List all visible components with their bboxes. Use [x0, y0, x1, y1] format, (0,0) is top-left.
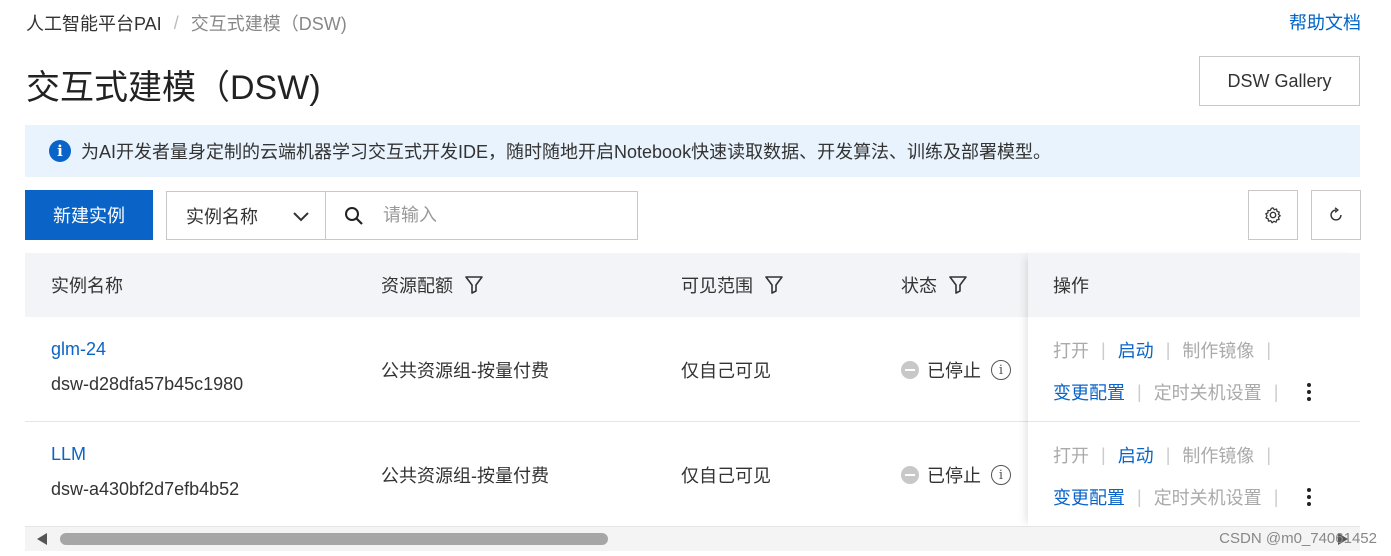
help-docs-link[interactable]: 帮助文档: [1289, 9, 1361, 35]
search-group: 实例名称: [166, 191, 638, 240]
chevron-down-icon: [293, 211, 309, 221]
refresh-icon: [1330, 207, 1342, 221]
instance-id: dsw-d28dfa57b45c1980: [51, 374, 244, 394]
gear-icon: [1265, 207, 1281, 224]
header-actions: 操作: [1053, 276, 1089, 296]
new-instance-button[interactable]: 新建实例: [25, 190, 153, 240]
refresh-button[interactable]: [1311, 190, 1361, 240]
open-action[interactable]: 打开: [1053, 442, 1089, 468]
make-image-action[interactable]: 制作镜像: [1182, 442, 1254, 468]
breadcrumb: 人工智能平台PAI / 交互式建模（DSW): [26, 10, 347, 36]
search-field-select[interactable]: 实例名称: [167, 192, 326, 239]
make-image-action[interactable]: 制作镜像: [1182, 337, 1254, 363]
scrollbar-thumb[interactable]: [60, 533, 608, 545]
breadcrumb-separator: /: [173, 12, 179, 33]
table-header: 实例名称 资源配额 可见范围 状态 操作: [25, 253, 1360, 317]
header-visibility: 可见范围: [681, 253, 783, 317]
search-select-label: 实例名称: [186, 206, 258, 227]
row-actions: 打开 | 启动 | 制作镜像 | 变更配置 | 定时关机设置 |: [1053, 442, 1312, 510]
info-icon[interactable]: i: [991, 360, 1011, 380]
dsw-gallery-button[interactable]: DSW Gallery: [1199, 56, 1360, 106]
filter-icon[interactable]: [765, 275, 783, 295]
stopped-status-icon: [901, 466, 919, 484]
search-icon: [345, 206, 363, 225]
open-action[interactable]: 打开: [1053, 337, 1089, 363]
start-action[interactable]: 启动: [1118, 337, 1154, 363]
info-icon: i: [49, 140, 71, 162]
row-actions: 打开 | 启动 | 制作镜像 | 变更配置 | 定时关机设置 |: [1053, 337, 1312, 405]
resource-quota: 公共资源组-按量付费: [381, 361, 549, 381]
header-status: 状态: [901, 253, 967, 317]
info-icon[interactable]: i: [991, 465, 1011, 485]
resource-quota: 公共资源组-按量付费: [381, 466, 549, 486]
more-actions-icon[interactable]: [1306, 383, 1312, 401]
status-badge: 已停止 i: [901, 462, 1011, 488]
filter-icon[interactable]: [949, 275, 967, 295]
visibility: 仅自己可见: [681, 361, 771, 381]
scheduled-shutdown-action[interactable]: 定时关机设置: [1154, 484, 1262, 510]
visibility: 仅自己可见: [681, 466, 771, 486]
instance-id: dsw-a430bf2d7efb4b52: [51, 479, 240, 499]
more-actions-icon[interactable]: [1306, 488, 1312, 506]
change-config-action[interactable]: 变更配置: [1053, 484, 1125, 510]
stopped-status-icon: [901, 361, 919, 379]
filter-icon[interactable]: [465, 275, 483, 295]
scheduled-shutdown-action[interactable]: 定时关机设置: [1154, 379, 1262, 405]
table-row: glm-24 dsw-d28dfa57b45c1980 公共资源组-按量付费 仅…: [25, 317, 1360, 422]
info-notice: i 为AI开发者量身定制的云端机器学习交互式开发IDE，随时随地开启Notebo…: [25, 125, 1360, 177]
status-text: 已停止: [927, 466, 981, 486]
table-row: LLM dsw-a430bf2d7efb4b52 公共资源组-按量付费 仅自己可…: [25, 422, 1360, 527]
instance-name-link[interactable]: LLM: [51, 444, 86, 465]
instance-name-link[interactable]: glm-24: [51, 339, 106, 360]
breadcrumb-current: 交互式建模（DSW): [190, 14, 347, 34]
status-badge: 已停止 i: [901, 357, 1011, 383]
watermark: CSDN @m0_74061452: [1219, 530, 1377, 547]
search-input[interactable]: [383, 205, 623, 226]
header-resource: 资源配额: [381, 253, 483, 317]
scroll-left-arrow-icon[interactable]: [37, 533, 47, 545]
instance-table: 实例名称 资源配额 可见范围 状态 操作 glm-24 dsw-d28dfa57…: [25, 253, 1360, 527]
page-title: 交互式建模（DSW): [26, 69, 321, 107]
change-config-action[interactable]: 变更配置: [1053, 379, 1125, 405]
settings-button[interactable]: [1248, 190, 1298, 240]
search-field: [326, 192, 637, 239]
status-text: 已停止: [927, 361, 981, 381]
notice-text: 为AI开发者量身定制的云端机器学习交互式开发IDE，随时随地开启Notebook…: [81, 142, 1052, 162]
start-action[interactable]: 启动: [1118, 442, 1154, 468]
breadcrumb-root[interactable]: 人工智能平台PAI: [26, 10, 162, 36]
header-name: 实例名称: [51, 276, 123, 296]
horizontal-scrollbar[interactable]: [25, 527, 1360, 551]
